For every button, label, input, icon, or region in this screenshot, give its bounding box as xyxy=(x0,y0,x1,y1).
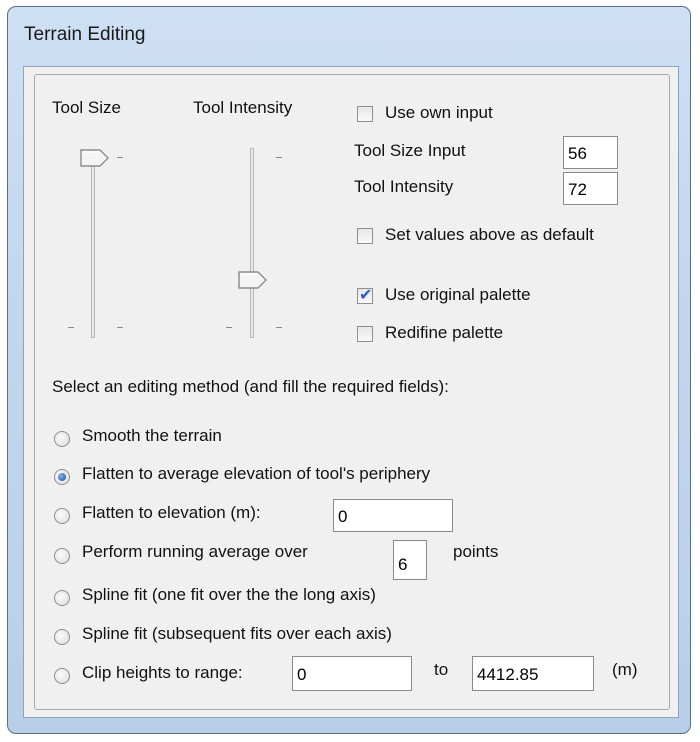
tool-intensity-input[interactable] xyxy=(563,172,618,205)
use-original-palette-label: Use original palette xyxy=(385,285,531,304)
clip-max-input[interactable] xyxy=(472,656,594,691)
redefine-palette-checkbox[interactable] xyxy=(357,326,373,342)
set-default-label: Set values above as default xyxy=(385,225,594,244)
use-original-palette-checkbox[interactable]: ✔ xyxy=(357,287,373,304)
radio-flatten-average-label: Flatten to average elevation of tool's p… xyxy=(82,464,431,483)
tool-intensity-tick-bottom-left xyxy=(226,327,232,328)
flatten-elevation-input[interactable] xyxy=(333,499,453,532)
tool-size-input-label: Tool Size Input xyxy=(354,141,466,160)
set-default-checkbox[interactable] xyxy=(357,228,373,244)
use-own-input-label: Use own input xyxy=(385,103,493,122)
radio-clip-heights-label: Clip heights to range: xyxy=(82,663,243,682)
tool-size-tick-bottom xyxy=(117,327,123,328)
tool-intensity-slider-thumb[interactable] xyxy=(238,270,268,290)
clip-to-label: to xyxy=(434,660,449,679)
tool-size-slider-thumb[interactable] xyxy=(80,148,110,168)
tool-size-input[interactable] xyxy=(563,136,618,169)
tool-intensity-input-label: Tool Intensity xyxy=(354,177,454,196)
radio-smooth-label: Smooth the terrain xyxy=(82,426,222,445)
radio-selected-dot xyxy=(58,473,66,481)
radio-spline-each[interactable] xyxy=(54,629,70,645)
tool-intensity-slider-label: Tool Intensity xyxy=(193,98,293,117)
tool-intensity-tick-bottom xyxy=(276,327,282,328)
tool-size-slider-track xyxy=(91,152,95,338)
radio-spline-long[interactable] xyxy=(54,590,70,606)
window-title: Terrain Editing xyxy=(24,24,146,45)
radio-clip-heights[interactable] xyxy=(54,668,70,684)
running-average-points-input[interactable] xyxy=(393,540,427,580)
checkmark-icon: ✔ xyxy=(359,287,373,304)
radio-running-average-label: Perform running average over xyxy=(82,542,308,561)
tool-size-tick-bottom-left xyxy=(68,327,74,328)
editing-method-prompt: Select an editing method (and fill the r… xyxy=(52,377,449,396)
radio-spline-each-label: Spline fit (subsequent fits over each ax… xyxy=(82,624,392,643)
radio-flatten-elevation-label: Flatten to elevation (m): xyxy=(82,503,261,522)
tool-intensity-slider-track xyxy=(250,148,254,338)
clip-unit-label: (m) xyxy=(612,660,638,679)
tool-intensity-tick-top xyxy=(276,157,282,158)
redefine-palette-label: Redifine palette xyxy=(385,323,504,342)
radio-flatten-average[interactable] xyxy=(54,469,70,485)
use-own-input-checkbox[interactable] xyxy=(357,106,373,122)
radio-smooth[interactable] xyxy=(54,431,70,447)
radio-spline-long-label: Spline fit (one fit over the the long ax… xyxy=(82,585,376,604)
clip-min-input[interactable] xyxy=(292,656,412,691)
tool-size-label: Tool Size xyxy=(52,98,121,117)
tool-size-tick-top xyxy=(117,157,123,158)
running-average-points-label: points xyxy=(453,542,499,561)
radio-flatten-elevation[interactable] xyxy=(54,508,70,524)
radio-running-average[interactable] xyxy=(54,548,70,564)
